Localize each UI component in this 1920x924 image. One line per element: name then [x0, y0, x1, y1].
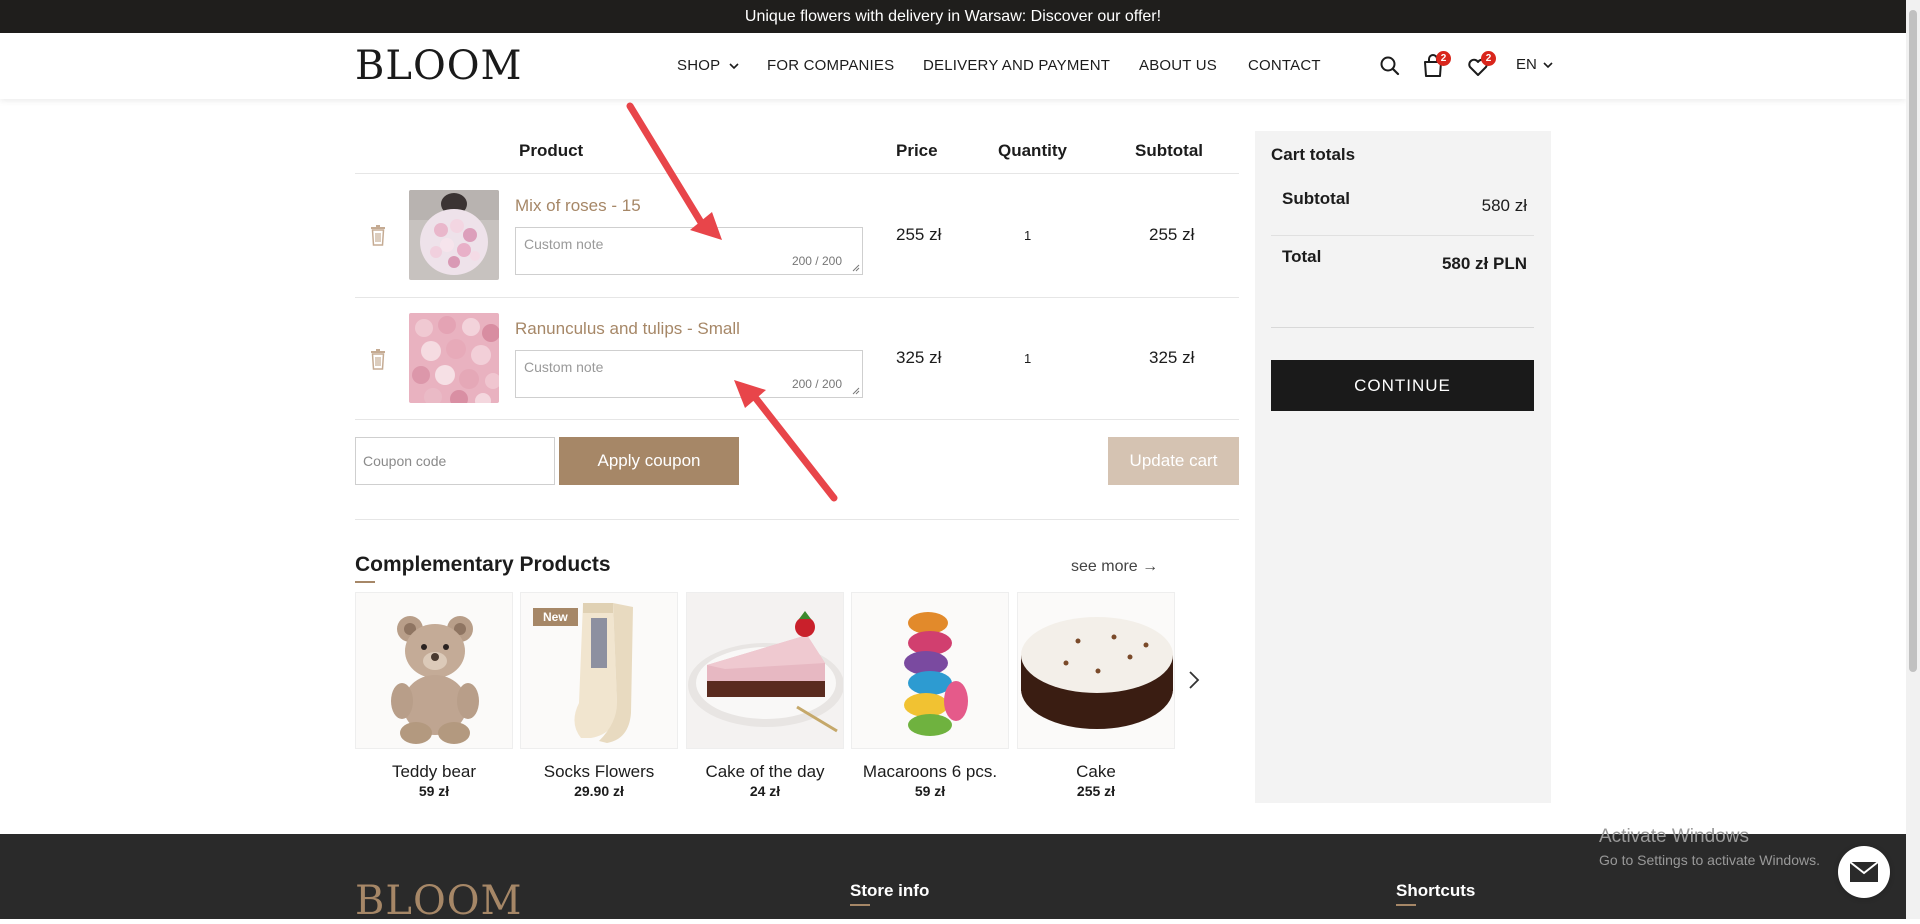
- wishlist-button[interactable]: 2: [1464, 51, 1496, 81]
- product-card-image[interactable]: [686, 592, 844, 749]
- item-quantity[interactable]: 1: [1024, 228, 1031, 243]
- total-label: Total: [1282, 247, 1322, 266]
- nav-contact[interactable]: CONTACT: [1248, 57, 1321, 74]
- nav-shop-label: SHOP: [677, 57, 721, 74]
- subtotal-label: Subtotal: [1282, 189, 1350, 208]
- new-badge: New: [533, 608, 578, 626]
- item-subtotal: 255 zł: [1149, 225, 1195, 244]
- product-card-name[interactable]: Cake of the day: [686, 762, 844, 782]
- product-card-price: 29.90 zł: [574, 783, 624, 799]
- product-card-price: 59 zł: [418, 783, 450, 799]
- product-image[interactable]: [409, 313, 499, 403]
- product-card-image[interactable]: [355, 592, 513, 749]
- chevron-right-icon[interactable]: [1187, 670, 1201, 690]
- custom-note-field[interactable]: Custom note 200 / 200: [515, 350, 863, 398]
- nav-about-us[interactable]: ABOUT US: [1139, 57, 1217, 74]
- see-more-link[interactable]: see more →: [1071, 558, 1158, 576]
- note-char-counter: 200 / 200: [791, 377, 842, 391]
- divider: [355, 519, 1239, 520]
- cake-image: [1018, 593, 1174, 748]
- divider: [355, 419, 1239, 420]
- coupon-code-input[interactable]: Coupon code: [355, 437, 555, 485]
- page-scrollbar[interactable]: [1906, 0, 1920, 919]
- title-underline: [1396, 904, 1416, 906]
- contact-mail-button[interactable]: [1838, 846, 1890, 898]
- product-card-name[interactable]: Socks Flowers: [520, 762, 678, 782]
- resize-grip-icon[interactable]: [852, 387, 860, 395]
- product-card-price: 24 zł: [749, 783, 781, 799]
- title-underline: [850, 904, 870, 906]
- nav-for-companies[interactable]: FOR COMPANIES: [767, 57, 894, 74]
- nav-shop[interactable]: SHOP: [677, 57, 739, 74]
- cake-slice-image: [687, 593, 843, 748]
- annotation-arrow: [750, 392, 838, 502]
- column-header-price: Price: [896, 141, 938, 160]
- update-cart-button[interactable]: Update cart: [1108, 437, 1239, 485]
- title-underline: [355, 581, 375, 583]
- language-selector[interactable]: EN: [1516, 56, 1553, 73]
- footer-logo[interactable]: BLOOM: [355, 878, 523, 924]
- custom-note-placeholder: Custom note: [524, 236, 604, 252]
- custom-note-field[interactable]: Custom note 200 / 200: [515, 227, 863, 275]
- annotation-arrow: [626, 102, 706, 228]
- divider: [1271, 235, 1534, 236]
- trash-icon[interactable]: [369, 224, 387, 246]
- resize-grip-icon[interactable]: [852, 264, 860, 272]
- divider: [1271, 327, 1534, 328]
- activation-title: Activate Windows: [1599, 826, 1749, 847]
- teddy-bear-image: [356, 593, 512, 748]
- product-card-name[interactable]: Teddy bear: [355, 762, 513, 782]
- nav-delivery-and-payment[interactable]: DELIVERY AND PAYMENT: [923, 57, 1110, 74]
- product-image[interactable]: [409, 190, 499, 280]
- chevron-down-icon: [729, 63, 739, 70]
- apply-coupon-button[interactable]: Apply coupon: [559, 437, 739, 485]
- search-icon[interactable]: [1377, 53, 1403, 79]
- product-card-price: 255 zł: [1076, 783, 1116, 799]
- divider: [355, 297, 1239, 298]
- language-label: EN: [1516, 56, 1537, 73]
- column-header-product: Product: [519, 141, 584, 160]
- activation-subtitle: Go to Settings to activate Windows.: [1599, 852, 1820, 868]
- section-title: Complementary Products: [355, 553, 611, 576]
- scrollbar-thumb[interactable]: [1909, 10, 1917, 672]
- trash-icon[interactable]: [369, 348, 387, 370]
- product-card-image[interactable]: [851, 592, 1009, 749]
- item-price: 255 zł: [896, 225, 942, 244]
- custom-note-placeholder: Custom note: [524, 359, 604, 375]
- cart-count-badge: 2: [1436, 51, 1451, 66]
- announcement-text: Unique flowers with delivery in Warsaw: …: [744, 8, 1162, 25]
- divider: [355, 173, 1239, 174]
- product-name-link[interactable]: Ranunculus and tulips - Small: [515, 319, 740, 339]
- footer-heading-store-info: Store info: [850, 881, 930, 900]
- cart-totals-panel: Cart totals Subtotal 580 zł Total 580 zł…: [1255, 131, 1551, 803]
- cart-button[interactable]: 2: [1419, 51, 1451, 81]
- product-name-link[interactable]: Mix of roses - 15: [515, 196, 641, 216]
- column-header-subtotal: Subtotal: [1135, 141, 1203, 160]
- item-subtotal: 325 zł: [1149, 348, 1195, 367]
- product-card-name[interactable]: Macaroons 6 pcs.: [851, 762, 1009, 782]
- logo[interactable]: BLOOM: [355, 43, 523, 89]
- chevron-down-icon: [1543, 62, 1553, 69]
- macaroons-image: [852, 593, 1008, 748]
- site-header: BLOOM SHOP FOR COMPANIES DELIVERY AND PA…: [0, 33, 1906, 99]
- item-price: 325 zł: [896, 348, 942, 367]
- windows-activation-notice: Activate Windows Go to Settings to activ…: [1599, 826, 1820, 868]
- cart-totals-title: Cart totals: [1271, 145, 1356, 164]
- column-header-quantity: Quantity: [998, 141, 1067, 160]
- product-card-image[interactable]: New: [520, 592, 678, 749]
- product-card-image[interactable]: [1017, 592, 1175, 749]
- continue-button[interactable]: CONTINUE: [1271, 360, 1534, 411]
- product-card-name[interactable]: Cake: [1017, 762, 1175, 782]
- announcement-bar: Unique flowers with delivery in Warsaw: …: [0, 0, 1906, 33]
- envelope-icon: [1849, 861, 1879, 882]
- wishlist-count-badge: 2: [1481, 51, 1496, 66]
- item-quantity[interactable]: 1: [1024, 351, 1031, 366]
- subtotal-value: 580 zł: [1481, 196, 1527, 215]
- total-value: 580 zł PLN: [1441, 254, 1527, 273]
- note-char-counter: 200 / 200: [791, 254, 842, 268]
- footer-heading-shortcuts: Shortcuts: [1396, 881, 1476, 900]
- product-card-price: 59 zł: [914, 783, 946, 799]
